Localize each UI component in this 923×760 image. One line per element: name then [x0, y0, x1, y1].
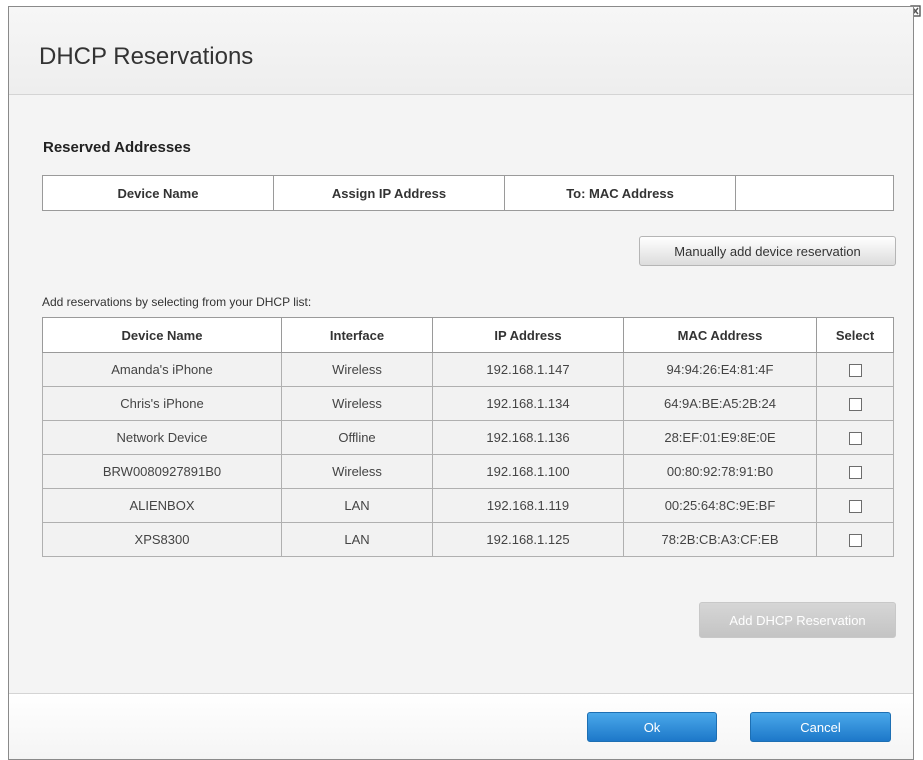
mac-address-cell: 28:EF:01:E9:8E:0E	[623, 420, 817, 455]
reserved-col-assign-ip: Assign IP Address	[273, 175, 505, 211]
select-checkbox[interactable]	[848, 500, 862, 514]
select-cell	[816, 522, 894, 557]
dialog-header: DHCP Reservations	[9, 7, 913, 95]
dhcp-list-table: Device Name Interface IP Address MAC Add…	[42, 317, 894, 557]
mac-address-cell: 64:9A:BE:A5:2B:24	[623, 386, 817, 421]
table-row: Chris's iPhone Wireless 192.168.1.134 64…	[42, 386, 894, 421]
reserved-col-actions	[735, 175, 894, 211]
reserved-col-device-name: Device Name	[42, 175, 274, 211]
dhcp-reservations-dialog: DHCP Reservations Reserved Addresses Dev…	[8, 6, 914, 760]
mac-address-cell: 78:2B:CB:A3:CF:EB	[623, 522, 817, 557]
reserved-addresses-title: Reserved Addresses	[43, 139, 191, 156]
reserved-col-mac-address: To: MAC Address	[504, 175, 736, 211]
device-name-cell: XPS8300	[42, 522, 282, 557]
table-row: Amanda's iPhone Wireless 192.168.1.147 9…	[42, 352, 894, 387]
ip-address-cell: 192.168.1.147	[432, 352, 624, 387]
dhcp-col-mac-address: MAC Address	[623, 317, 817, 353]
select-checkbox[interactable]	[848, 432, 862, 446]
select-cell	[816, 454, 894, 489]
add-dhcp-reservation-button[interactable]: Add DHCP Reservation	[699, 602, 896, 638]
manually-add-reservation-button[interactable]: Manually add device reservation	[639, 236, 896, 266]
interface-cell: LAN	[281, 522, 433, 557]
ip-address-cell: 192.168.1.125	[432, 522, 624, 557]
table-row: Network Device Offline 192.168.1.136 28:…	[42, 420, 894, 455]
device-name-cell: Amanda's iPhone	[42, 352, 282, 387]
interface-cell: Offline	[281, 420, 433, 455]
dialog-body: Reserved Addresses Device Name Assign IP…	[9, 95, 913, 693]
interface-cell: Wireless	[281, 352, 433, 387]
select-checkbox[interactable]	[848, 466, 862, 480]
reserved-header-row: Device Name Assign IP Address To: MAC Ad…	[42, 175, 894, 211]
select-cell	[816, 420, 894, 455]
ip-address-cell: 192.168.1.136	[432, 420, 624, 455]
mac-address-cell: 00:25:64:8C:9E:BF	[623, 488, 817, 523]
select-cell	[816, 386, 894, 421]
interface-cell: Wireless	[281, 454, 433, 489]
dhcp-col-ip-address: IP Address	[432, 317, 624, 353]
device-name-cell: BRW0080927891B0	[42, 454, 282, 489]
mac-address-cell: 00:80:92:78:91:B0	[623, 454, 817, 489]
device-name-cell: ALIENBOX	[42, 488, 282, 523]
select-cell	[816, 488, 894, 523]
dhcp-col-interface: Interface	[281, 317, 433, 353]
dhcp-col-select: Select	[816, 317, 894, 353]
select-cell	[816, 352, 894, 387]
select-checkbox[interactable]	[848, 534, 862, 548]
ip-address-cell: 192.168.1.134	[432, 386, 624, 421]
dhcp-col-device-name: Device Name	[42, 317, 282, 353]
table-row: ALIENBOX LAN 192.168.1.119 00:25:64:8C:9…	[42, 488, 894, 523]
select-checkbox[interactable]	[848, 398, 862, 412]
dhcp-list-hint: Add reservations by selecting from your …	[42, 295, 312, 309]
ip-address-cell: 192.168.1.119	[432, 488, 624, 523]
device-name-cell: Network Device	[42, 420, 282, 455]
ok-button[interactable]: Ok	[587, 712, 717, 742]
reserved-addresses-table: Device Name Assign IP Address To: MAC Ad…	[42, 175, 894, 211]
interface-cell: Wireless	[281, 386, 433, 421]
device-name-cell: Chris's iPhone	[42, 386, 282, 421]
dialog-title: DHCP Reservations	[39, 43, 254, 70]
select-checkbox[interactable]	[848, 364, 862, 378]
interface-cell: LAN	[281, 488, 433, 523]
table-row: BRW0080927891B0 Wireless 192.168.1.100 0…	[42, 454, 894, 489]
table-row: XPS8300 LAN 192.168.1.125 78:2B:CB:A3:CF…	[42, 522, 894, 557]
cancel-button[interactable]: Cancel	[750, 712, 891, 742]
dialog-footer: Ok Cancel	[9, 693, 913, 759]
mac-address-cell: 94:94:26:E4:81:4F	[623, 352, 817, 387]
ip-address-cell: 192.168.1.100	[432, 454, 624, 489]
dhcp-header-row: Device Name Interface IP Address MAC Add…	[42, 317, 894, 353]
